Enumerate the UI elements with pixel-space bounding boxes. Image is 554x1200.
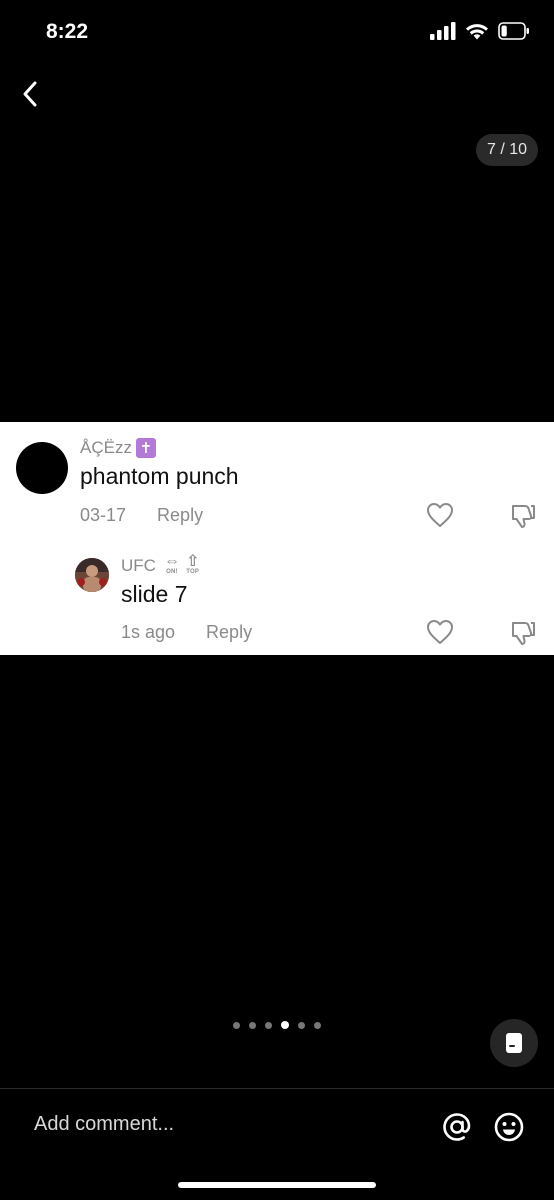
- divider: [0, 1088, 554, 1089]
- home-indicator: [178, 1182, 376, 1188]
- mention-button[interactable]: [440, 1110, 474, 1144]
- add-comment-input[interactable]: [34, 1113, 414, 1136]
- comment-meta: 1s ago Reply: [121, 622, 252, 643]
- reply-button[interactable]: Reply: [157, 505, 203, 526]
- pager-dot: [314, 1021, 321, 1029]
- at-sign-icon: [443, 1113, 471, 1141]
- pager-dot-active: [281, 1021, 289, 1029]
- comment-meta: 03-17 Reply: [80, 505, 203, 526]
- left-right-arrow-icon: ⇔ ON!: [163, 553, 180, 576]
- pager-dot: [233, 1021, 240, 1029]
- badge-tag: TOP: [186, 569, 200, 575]
- heart-icon: [427, 620, 453, 644]
- thumbs-down-icon: [512, 505, 535, 528]
- comment-text: slide 7: [121, 581, 188, 607]
- document-button[interactable]: [490, 1019, 538, 1067]
- up-arrow-icon: ⇧ TOP: [185, 553, 200, 576]
- reply-button[interactable]: Reply: [206, 622, 252, 643]
- ufc-avatar[interactable]: [75, 558, 109, 592]
- cellular-signal-icon: [430, 22, 456, 40]
- comment-date: 03-17: [80, 505, 127, 525]
- pager-dot: [265, 1021, 272, 1029]
- status-icons: [430, 22, 530, 40]
- pager-dot: [249, 1021, 256, 1029]
- username-text: UFC: [121, 555, 156, 575]
- pager-dots: [233, 1021, 321, 1029]
- thumbs-down-icon: [512, 622, 535, 645]
- dislike-button[interactable]: [509, 619, 537, 647]
- status-time: 8:22: [46, 20, 89, 43]
- emoji-button[interactable]: [492, 1110, 526, 1144]
- badge-tag: ON!: [166, 569, 178, 575]
- chevron-left-icon: [23, 81, 37, 107]
- fighter-photo-icon: [75, 558, 109, 592]
- avatar[interactable]: [16, 442, 68, 494]
- comment-username[interactable]: ÅÇËzz ✝: [80, 438, 156, 458]
- battery-icon: [498, 22, 529, 40]
- latin-cross-badge-icon: ✝: [135, 438, 156, 458]
- like-button[interactable]: [426, 502, 454, 528]
- back-button[interactable]: [14, 78, 46, 110]
- username-text: ÅÇËzz: [80, 438, 132, 457]
- status-bar: 8:22: [0, 0, 554, 64]
- comment-date: 1s ago: [121, 622, 176, 642]
- heart-icon: [427, 503, 453, 527]
- wifi-icon: [466, 24, 488, 40]
- smiley-face-icon: [494, 1112, 524, 1142]
- badge-group: ⇔ ON! ⇧ TOP: [163, 553, 200, 576]
- document-icon: [506, 1033, 522, 1053]
- comment-username[interactable]: UFC ⇔ ON! ⇧ TOP: [121, 553, 200, 576]
- comment-text: phantom punch: [80, 463, 239, 489]
- comment-card: ÅÇËzz ✝ phantom punch 03-17 Reply UFC ⇔ …: [0, 422, 554, 655]
- dislike-button[interactable]: [509, 502, 537, 530]
- pager-dot: [298, 1021, 305, 1029]
- page-counter: 7 / 10: [476, 134, 538, 166]
- like-button[interactable]: [426, 619, 454, 645]
